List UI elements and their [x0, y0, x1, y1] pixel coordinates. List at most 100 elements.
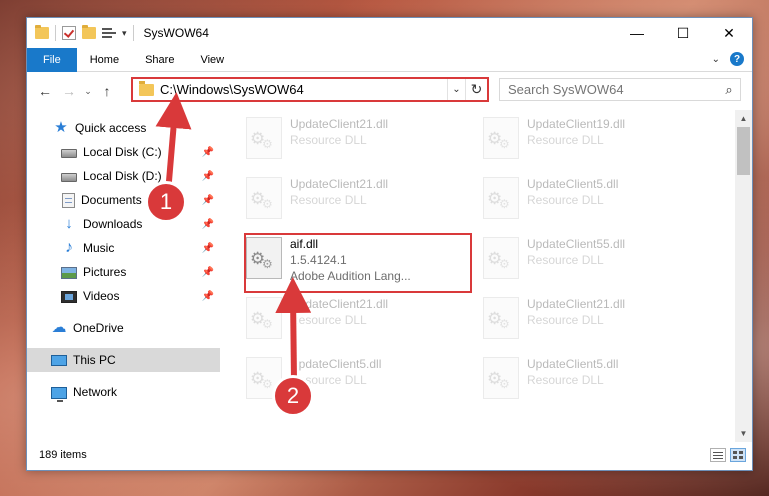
sidebar-item-pictures[interactable]: Pictures 📌	[27, 260, 220, 284]
maximize-button[interactable]: ☐	[660, 18, 706, 48]
new-folder-icon[interactable]	[82, 25, 96, 39]
file-tile[interactable]: UpdateClient21.dll Resource DLL	[240, 290, 467, 346]
sidebar-item-this-pc[interactable]: This PC	[27, 348, 220, 372]
file-tile[interactable]: UpdateClient5.dll Resource DLL	[477, 350, 704, 406]
search-input[interactable]	[500, 82, 718, 97]
network-icon	[51, 386, 67, 402]
scroll-up-arrow-icon[interactable]: ▲	[735, 110, 752, 127]
tab-file[interactable]: File	[27, 47, 77, 72]
sidebar-item-network[interactable]: Network	[27, 380, 220, 404]
file-name: UpdateClient19.dll	[527, 117, 626, 131]
ribbon-right-controls: ⌄ ?	[712, 52, 744, 66]
tab-view[interactable]: View	[187, 48, 237, 72]
pin-icon[interactable]: 📌	[202, 291, 214, 302]
sidebar-item-videos[interactable]: Videos 📌	[27, 284, 220, 308]
sidebar-item-local-disk-d[interactable]: Local Disk (D:) 📌	[27, 164, 220, 188]
pin-icon[interactable]: 📌	[202, 243, 214, 254]
sidebar-item-label: Quick access	[75, 121, 147, 135]
expand-ribbon-chevron-icon[interactable]: ⌄	[712, 54, 720, 65]
sidebar-item-label: Downloads	[83, 217, 143, 231]
sidebar-item-quick-access[interactable]: ★ Quick access	[27, 116, 220, 140]
pin-icon[interactable]: 📌	[202, 147, 214, 158]
file-description: Resource DLL	[527, 193, 604, 207]
details-view-icon[interactable]	[710, 448, 726, 462]
window-controls: — ☐ ✕	[614, 18, 752, 48]
address-path[interactable]: C:\Windows\SysWOW64	[160, 82, 447, 97]
list-properties-icon[interactable]	[102, 26, 116, 40]
ribbon-tabs: File Home Share View ⌄ ?	[27, 47, 752, 72]
file-tile[interactable]: UpdateClient19.dll Resource DLL	[477, 110, 704, 166]
pc-icon	[51, 355, 67, 366]
navigation-pane: ★ Quick access Local Disk (C:) 📌 Local D…	[27, 110, 220, 442]
disk-icon	[61, 173, 77, 182]
dll-file-icon	[246, 297, 282, 339]
file-name: UpdateClient21.dll	[290, 177, 389, 191]
tab-share[interactable]: Share	[132, 48, 187, 72]
tab-home[interactable]: Home	[77, 48, 132, 72]
file-description: Resource DLL	[527, 133, 604, 147]
file-tile[interactable]: UpdateClient21.dll Resource DLL	[240, 170, 467, 226]
file-name: UpdateClient55.dll	[527, 237, 626, 251]
pin-icon[interactable]: 📌	[202, 171, 214, 182]
disk-icon	[61, 149, 77, 158]
back-arrow-icon[interactable]: ←	[33, 83, 57, 99]
dll-file-icon	[483, 117, 519, 159]
sidebar-item-label: Local Disk (D:)	[83, 169, 162, 183]
file-description: Resource DLL	[527, 253, 604, 267]
pin-icon[interactable]: 📌	[202, 195, 214, 206]
toolbar-divider	[55, 25, 56, 41]
sidebar-item-label: Pictures	[83, 265, 127, 279]
recent-locations-chevron-icon[interactable]: ⌄	[81, 86, 95, 97]
star-icon: ★	[54, 119, 68, 136]
cloud-icon: ☁	[51, 319, 67, 336]
up-arrow-icon[interactable]: ↑	[95, 83, 119, 99]
sidebar-item-label: Music	[83, 241, 115, 255]
toolbar-divider	[132, 25, 134, 41]
sidebar-item-label: OneDrive	[73, 321, 124, 335]
music-icon: ♪	[65, 239, 73, 256]
folder-icon	[35, 25, 49, 39]
file-tile[interactable]: UpdateClient21.dll Resource DLL	[477, 290, 704, 346]
dll-file-icon	[246, 117, 282, 159]
refresh-icon[interactable]: ↻	[465, 79, 487, 100]
file-tile[interactable]: UpdateClient55.dll Resource DLL	[477, 230, 704, 286]
folder-icon	[139, 80, 154, 96]
scrollbar-thumb[interactable]	[737, 127, 750, 175]
address-history-chevron-icon[interactable]: ⌄	[447, 79, 465, 100]
file-description: Resource DLL	[527, 373, 604, 387]
title-bar: ▾ SysWOW64 — ☐ ✕	[27, 18, 752, 48]
pin-icon[interactable]: 📌	[202, 219, 214, 230]
step-2-badge: 2	[272, 375, 314, 417]
file-tile[interactable]: UpdateClient21.dll Resource DLL	[240, 110, 467, 166]
forward-arrow-icon[interactable]: →	[57, 83, 81, 99]
highlight-box-aif-dll	[244, 233, 472, 293]
sidebar-item-music[interactable]: ♪ Music 📌	[27, 236, 220, 260]
sidebar-item-downloads[interactable]: ↓ Downloads 📌	[27, 212, 220, 236]
file-description: Resource DLL	[527, 313, 604, 327]
sidebar-item-onedrive[interactable]: ☁ OneDrive	[27, 316, 220, 340]
pin-icon[interactable]: 📌	[202, 267, 214, 278]
close-button[interactable]: ✕	[706, 18, 752, 48]
navigation-bar: ← → ⌄ ↑ C:\Windows\SysWOW64 ⌄ ↻ ⌕	[27, 72, 752, 110]
tiles-view-icon[interactable]	[730, 448, 746, 462]
file-tile[interactable]: UpdateClient5.dll Resource DLL	[477, 170, 704, 226]
sidebar-item-documents[interactable]: Documents 📌	[27, 188, 220, 212]
dll-file-icon	[483, 237, 519, 279]
search-box[interactable]: ⌕	[499, 78, 741, 101]
file-name: UpdateClient21.dll	[290, 297, 389, 311]
vertical-scrollbar[interactable]: ▲ ▼	[735, 110, 752, 442]
address-bar[interactable]: C:\Windows\SysWOW64 ⌄ ↻	[131, 77, 489, 102]
properties-check-icon[interactable]	[62, 26, 76, 40]
documents-icon	[62, 192, 75, 208]
file-name: UpdateClient5.dll	[290, 357, 382, 371]
pictures-icon	[61, 266, 77, 279]
view-switcher	[710, 448, 746, 462]
search-icon[interactable]: ⌕	[718, 82, 740, 98]
file-description: Resource DLL	[290, 133, 367, 147]
minimize-button[interactable]: —	[614, 18, 660, 48]
customize-toolbar-chevron-icon[interactable]: ▾	[122, 28, 127, 39]
download-icon: ↓	[65, 215, 73, 232]
sidebar-item-local-disk-c[interactable]: Local Disk (C:) 📌	[27, 140, 220, 164]
file-name: UpdateClient21.dll	[527, 297, 626, 311]
help-icon[interactable]: ?	[730, 52, 744, 66]
